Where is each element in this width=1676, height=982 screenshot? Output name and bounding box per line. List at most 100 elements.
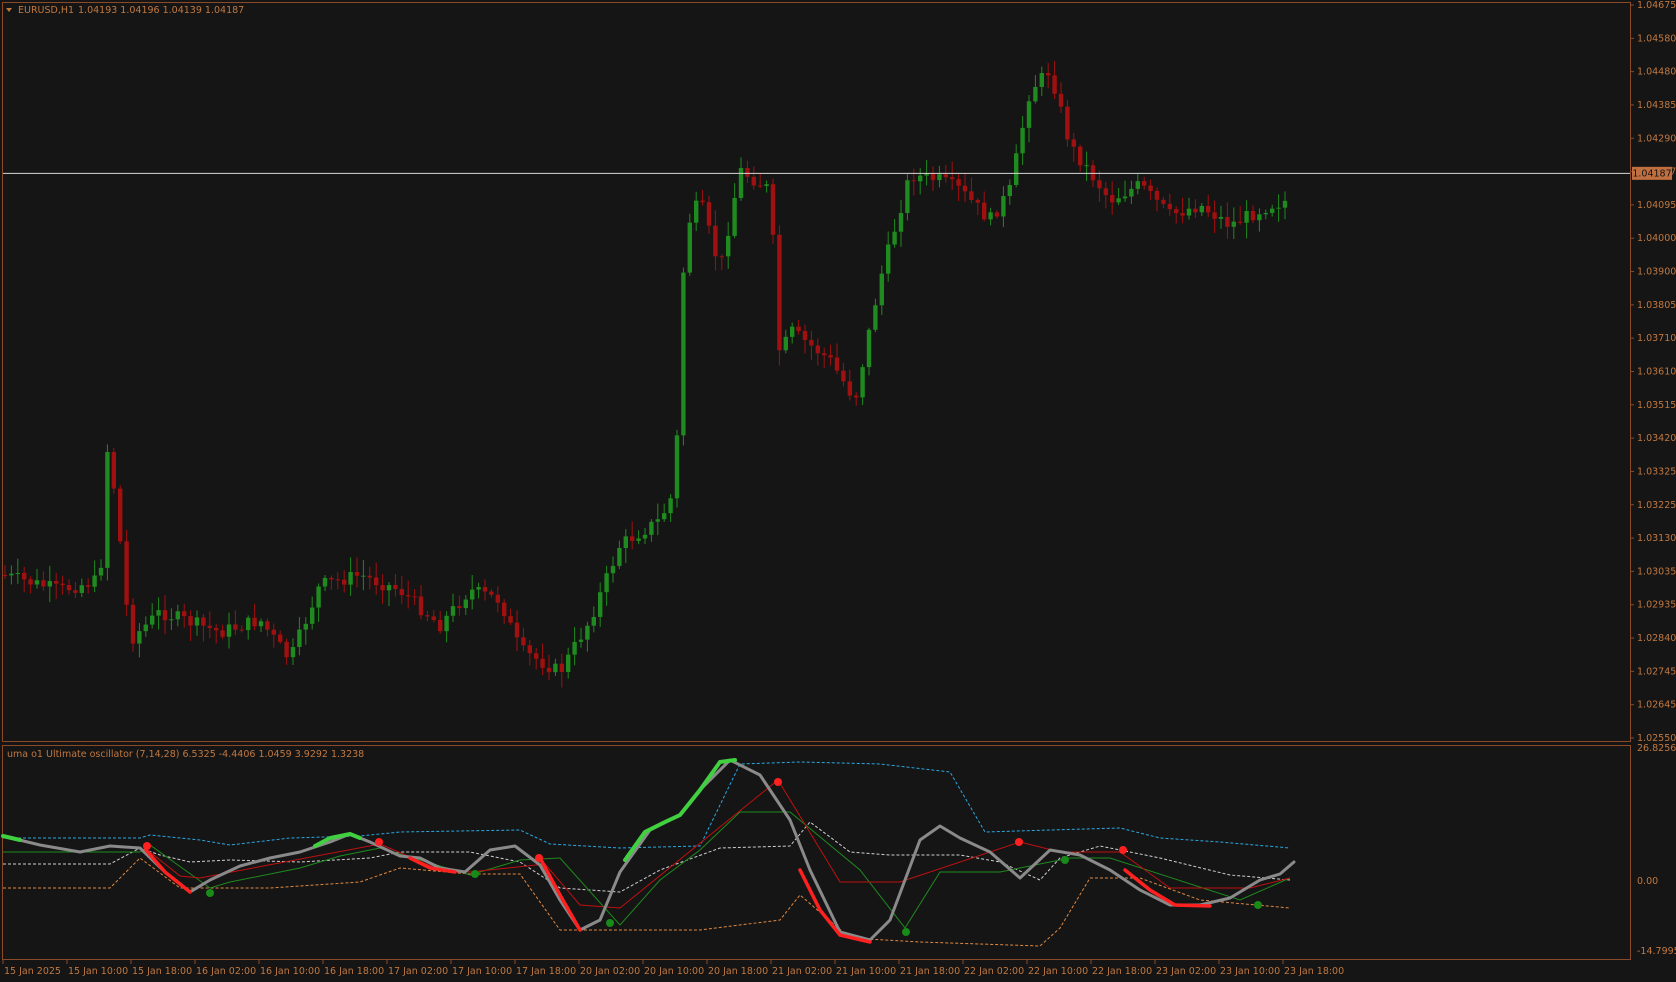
- candle-body: [687, 222, 692, 273]
- candle-body: [1186, 208, 1192, 216]
- candle-body: [892, 231, 897, 245]
- candle-body: [521, 637, 526, 646]
- candle-body: [918, 175, 923, 182]
- candle-body: [950, 177, 955, 180]
- candle-body: [726, 235, 731, 257]
- candle-body: [1167, 203, 1172, 210]
- candle-body: [930, 173, 936, 181]
- candle-body: [1122, 196, 1128, 199]
- candle-body: [412, 596, 417, 598]
- price-axis-label: 1.03225: [1637, 500, 1676, 511]
- candle-body: [1007, 184, 1012, 197]
- price-axis-label: 1.04675: [1637, 0, 1676, 11]
- candle-body: [348, 572, 353, 585]
- candle-body: [553, 663, 558, 673]
- candle-body: [214, 627, 219, 631]
- price-axis-label: 1.03610: [1637, 367, 1676, 378]
- candle-body: [994, 212, 1000, 217]
- candle-body: [745, 168, 750, 177]
- sell-signal-dot: [1119, 846, 1127, 854]
- candle-body: [463, 599, 468, 609]
- candle-body: [386, 585, 392, 591]
- candle-body: [1116, 198, 1121, 203]
- candle-body: [1206, 205, 1211, 213]
- candle-body: [105, 451, 110, 568]
- candle-body: [802, 331, 808, 341]
- candle-body: [258, 621, 264, 627]
- indicator-title: uma o1 Ultimate oscillator (7,14,28) 6.5…: [7, 749, 364, 760]
- candle-body: [316, 586, 321, 608]
- candle-body: [1250, 211, 1256, 221]
- time-axis-label: 16 Jan 10:00: [260, 966, 320, 977]
- candle-body: [15, 572, 20, 574]
- candle-body: [188, 616, 193, 626]
- time-axis-label: 23 Jan 02:00: [1156, 966, 1216, 977]
- sell-signal-dot: [143, 842, 151, 850]
- candle-body: [284, 641, 289, 658]
- candle-body: [1282, 200, 1288, 208]
- candle-body: [777, 234, 782, 351]
- candle-body: [495, 594, 500, 603]
- candle-body: [124, 541, 129, 605]
- candle-body: [137, 631, 142, 644]
- candle-body: [310, 607, 315, 624]
- candle-body: [1238, 221, 1243, 223]
- candle-body: [1103, 188, 1108, 196]
- time-axis-label: 21 Jan 18:00: [900, 966, 960, 977]
- time-axis-label: 22 Jan 10:00: [1028, 966, 1088, 977]
- candle-body: [425, 615, 430, 617]
- candle-body: [1097, 180, 1102, 189]
- candle-body: [399, 589, 404, 596]
- candle-body: [636, 538, 641, 541]
- candle-body: [834, 357, 840, 371]
- price-axis-label: 1.04000: [1637, 233, 1676, 244]
- candle-body: [1090, 165, 1096, 181]
- candle-body: [732, 197, 737, 236]
- candle-body: [1231, 221, 1236, 227]
- candle-body: [98, 567, 104, 576]
- candle-body: [911, 180, 916, 182]
- buy-signal-dot: [606, 919, 614, 927]
- candle-body: [1180, 213, 1185, 216]
- candle-body: [1218, 216, 1224, 219]
- candle-body: [706, 202, 712, 226]
- candle-body: [1078, 146, 1083, 166]
- candle-body: [393, 585, 398, 590]
- candle-body: [1135, 181, 1140, 189]
- candle-body: [1257, 214, 1262, 221]
- candle-body: [841, 370, 846, 382]
- candle-body: [73, 590, 78, 593]
- candle-body: [1148, 185, 1153, 191]
- candle-body: [770, 184, 776, 235]
- candle-body: [700, 200, 705, 203]
- time-axis-label: 16 Jan 02:00: [196, 966, 256, 977]
- price-axis-label: 1.02935: [1637, 600, 1676, 611]
- price-axis-label: 1.04290: [1637, 133, 1676, 144]
- time-axis-label: 15 Jan 10:00: [68, 966, 128, 977]
- candle-body: [860, 367, 865, 398]
- buy-signal-dot: [471, 870, 479, 878]
- candle-body: [1225, 216, 1230, 227]
- candle-body: [508, 616, 513, 623]
- candle-body: [60, 583, 65, 585]
- candle-body: [182, 611, 187, 617]
- candle-body: [406, 595, 411, 597]
- candle-body: [342, 579, 347, 585]
- candle-body: [9, 573, 14, 576]
- candle-body: [1110, 195, 1115, 203]
- candle-body: [374, 577, 379, 586]
- chart-window[interactable]: 1.04675 1.04580 1.04480 1.04385 1.04290 1.041…: [0, 0, 1676, 982]
- candle-body: [1244, 211, 1249, 223]
- candle-body: [534, 653, 539, 659]
- candle-body: [585, 625, 590, 640]
- buy-signal-dot: [206, 889, 214, 897]
- candle-body: [118, 488, 123, 542]
- candle-body: [79, 585, 84, 593]
- candle-body: [886, 244, 891, 274]
- candle-body: [879, 273, 884, 306]
- time-axis-label: 23 Jan 18:00: [1284, 966, 1344, 977]
- candle-body: [1046, 73, 1051, 76]
- candle-body: [1065, 106, 1070, 140]
- price-axis-label: 1.03900: [1637, 267, 1676, 278]
- candle-body: [790, 326, 795, 337]
